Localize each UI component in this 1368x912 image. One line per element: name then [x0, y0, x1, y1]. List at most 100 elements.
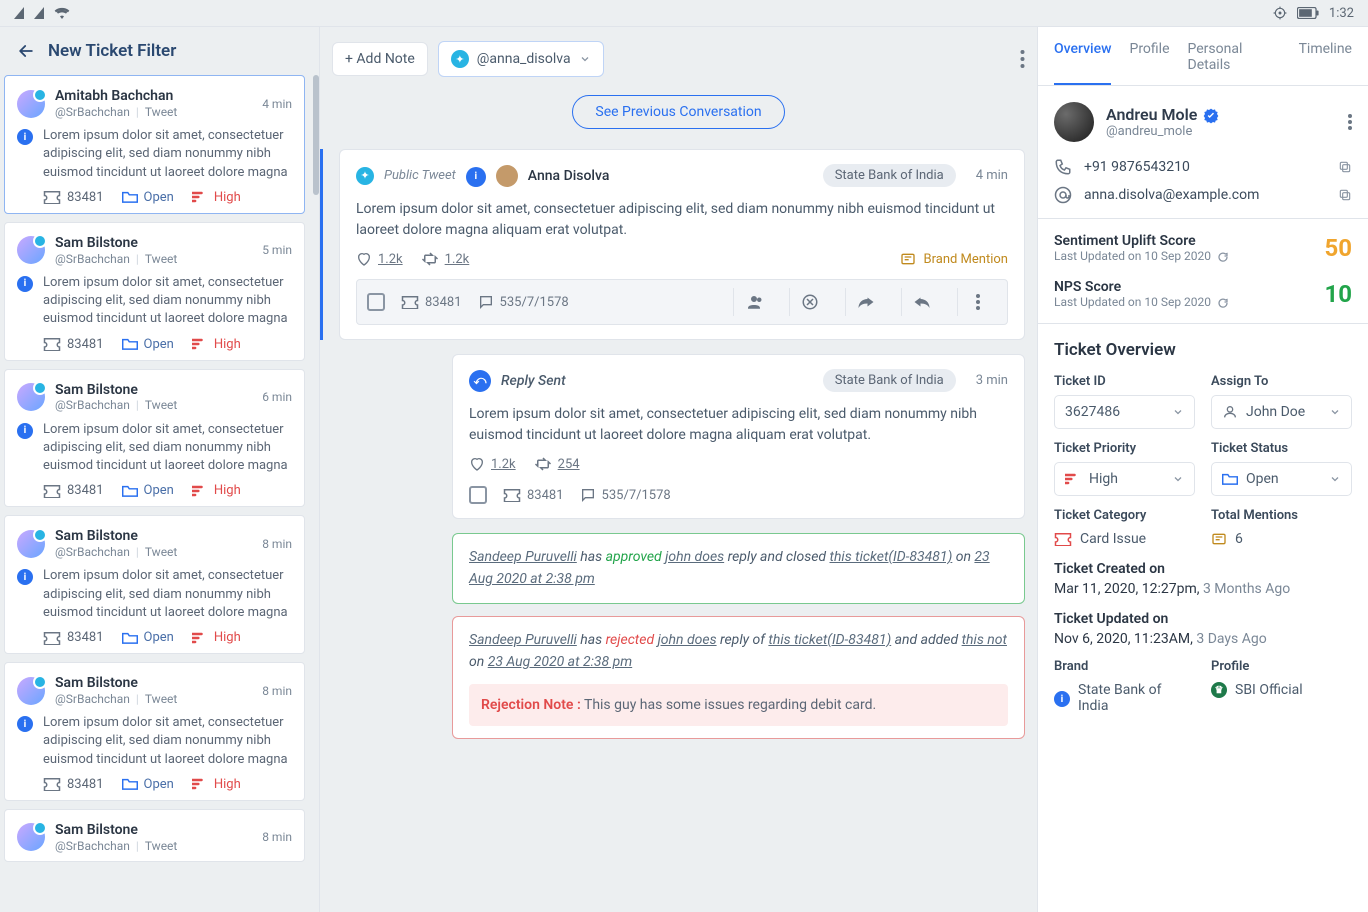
- assign-button[interactable]: [733, 288, 773, 316]
- profile-dot-icon: ♛: [1211, 682, 1227, 698]
- chevron-down-icon: [1329, 473, 1341, 485]
- conversation-count: 535/7/1578: [478, 294, 569, 310]
- ticket-icon: [1054, 532, 1072, 546]
- mention-icon: [900, 251, 916, 267]
- like-button[interactable]: 1.2k: [469, 456, 516, 472]
- ticket-id-badge: 83481: [43, 777, 104, 792]
- avatar: [17, 677, 45, 705]
- handle-dropdown[interactable]: ✦ @anna_disolva: [438, 41, 604, 77]
- ticket-author-handle: @SrBachchan: [55, 398, 130, 412]
- priority-icon: [1065, 473, 1081, 485]
- avatar: [17, 823, 45, 851]
- ticket-id-badge: 83481: [43, 630, 104, 645]
- audit-target-link[interactable]: john does: [665, 549, 724, 565]
- add-note-label: + Add Note: [345, 51, 415, 67]
- ticket-source: Tweet: [145, 692, 178, 706]
- ticket-list-item[interactable]: Sam Bilstone@SrBachchan|Tweet8 miniLorem…: [4, 515, 305, 654]
- select-checkbox[interactable]: [469, 486, 487, 504]
- tab-profile[interactable]: Profile: [1129, 41, 1169, 85]
- copy-phone-button[interactable]: [1338, 159, 1352, 175]
- audit-ticket-link[interactable]: this ticket(ID-83481): [830, 549, 953, 565]
- org-pill: State Bank of India: [823, 164, 956, 187]
- details-tabs: Overview Profile Personal Details Timeli…: [1038, 27, 1368, 86]
- status-badge: Open: [122, 337, 174, 352]
- battery-icon: [1297, 7, 1319, 19]
- email-icon: [1054, 186, 1072, 204]
- ticket-preview-text: Lorem ipsum dolor sit amet, consectetuer…: [43, 421, 292, 476]
- audit-note-link[interactable]: this not: [962, 632, 1007, 648]
- verified-icon: [1203, 105, 1219, 124]
- ticket-time: 6 min: [262, 390, 292, 404]
- priority-badge: High: [192, 337, 241, 352]
- ticket-author-handle: @SrBachchan: [55, 105, 130, 119]
- mention-icon: [1211, 531, 1227, 547]
- ticket-list[interactable]: Amitabh Bachchan@SrBachchan|Tweet4 miniL…: [0, 75, 319, 912]
- scrollbar[interactable]: [313, 75, 319, 195]
- reply-button[interactable]: [901, 288, 941, 316]
- org-pill: State Bank of India: [823, 369, 956, 392]
- ticket-preview-text: Lorem ipsum dolor sit amet, consectetuer…: [43, 567, 292, 622]
- ticket-time: 8 min: [262, 830, 292, 844]
- brand-dot-icon: i: [466, 167, 486, 187]
- ticket-list-item[interactable]: Sam Bilstone@SrBachchan|Tweet8 miniLorem…: [4, 662, 305, 801]
- twitter-badge-icon: [33, 234, 47, 248]
- back-button[interactable]: [16, 41, 36, 61]
- priority-select[interactable]: High: [1054, 462, 1195, 496]
- ticket-time: 5 min: [262, 243, 292, 257]
- brand-dot-icon: i: [17, 423, 33, 439]
- wifi-icon: [54, 7, 70, 19]
- assign-to-select[interactable]: John Doe: [1211, 395, 1352, 429]
- priority-badge: High: [192, 777, 241, 792]
- profile-more-button[interactable]: [1348, 114, 1352, 130]
- tab-overview[interactable]: Overview: [1054, 41, 1111, 85]
- ticket-source: Tweet: [145, 839, 178, 853]
- nps-score-row: NPS Score Last Updated on 10 Sep 2020 10: [1054, 279, 1352, 309]
- author-name: Anna Disolva: [528, 168, 610, 184]
- tweet-time: 4 min: [976, 168, 1008, 183]
- ticket-source: Tweet: [145, 398, 178, 412]
- ticket-time: 8 min: [262, 537, 292, 551]
- retweet-button[interactable]: 254: [534, 457, 580, 472]
- close-ticket-button[interactable]: [789, 288, 829, 316]
- ticket-list-item[interactable]: Amitabh Bachchan@SrBachchan|Tweet4 miniL…: [4, 75, 305, 214]
- more-button[interactable]: [1020, 50, 1025, 68]
- copy-email-button[interactable]: [1338, 187, 1352, 203]
- reply-card: ⤺ Reply Sent State Bank of India 3 min L…: [452, 354, 1025, 519]
- tab-timeline[interactable]: Timeline: [1299, 41, 1352, 85]
- refresh-icon[interactable]: [1217, 295, 1229, 309]
- status-badge: Open: [122, 190, 174, 205]
- tweet-type-label: Public Tweet: [384, 168, 456, 183]
- status-select[interactable]: Open: [1211, 462, 1352, 496]
- refresh-icon[interactable]: [1217, 249, 1229, 263]
- ticket-list-item[interactable]: Sam Bilstone@SrBachchan|Tweet5 miniLorem…: [4, 222, 305, 361]
- add-note-button[interactable]: + Add Note: [332, 42, 428, 76]
- tab-personal-details[interactable]: Personal Details: [1188, 41, 1281, 85]
- brand-dot-icon: i: [17, 569, 33, 585]
- created-label: Ticket Created on: [1054, 561, 1352, 577]
- forward-button[interactable]: [845, 288, 885, 316]
- nps-score-value: 10: [1324, 280, 1352, 308]
- ticket-source: Tweet: [145, 252, 178, 266]
- ticket-id-badge: 83481: [43, 190, 104, 205]
- retweet-button[interactable]: 1.2k: [421, 252, 470, 267]
- audit-actor-link[interactable]: Sandeep Puruvelli: [469, 549, 577, 565]
- ticket-list-item[interactable]: Sam Bilstone@SrBachchan|Tweet6 miniLorem…: [4, 369, 305, 508]
- audit-approved: Sandeep Puruvelli has approved john does…: [452, 533, 1025, 604]
- ticket-time: 4 min: [262, 97, 292, 111]
- card-more-button[interactable]: [957, 288, 997, 316]
- like-button[interactable]: 1.2k: [356, 251, 403, 267]
- profile-name: Andreu Mole: [1106, 105, 1197, 124]
- ticket-source: Tweet: [145, 545, 178, 559]
- select-checkbox[interactable]: [367, 293, 385, 311]
- audit-ticket-link[interactable]: this ticket(ID-83481): [768, 632, 891, 648]
- category-value: Card Issue: [1054, 529, 1195, 547]
- audit-target-link[interactable]: john does: [658, 632, 717, 648]
- twitter-badge-icon: [33, 821, 47, 835]
- see-previous-button[interactable]: See Previous Conversation: [572, 95, 784, 129]
- audit-actor-link[interactable]: Sandeep Puruvelli: [469, 632, 577, 648]
- mentions-value: 6: [1211, 529, 1352, 547]
- ticket-list-item[interactable]: Sam Bilstone@SrBachchan|Tweet8 min: [4, 809, 305, 862]
- ticket-id-select[interactable]: 3627486: [1054, 395, 1195, 429]
- brand-dot-icon: i: [17, 276, 33, 292]
- audit-date-link[interactable]: 23 Aug 2020 at 2:38 pm: [488, 654, 632, 670]
